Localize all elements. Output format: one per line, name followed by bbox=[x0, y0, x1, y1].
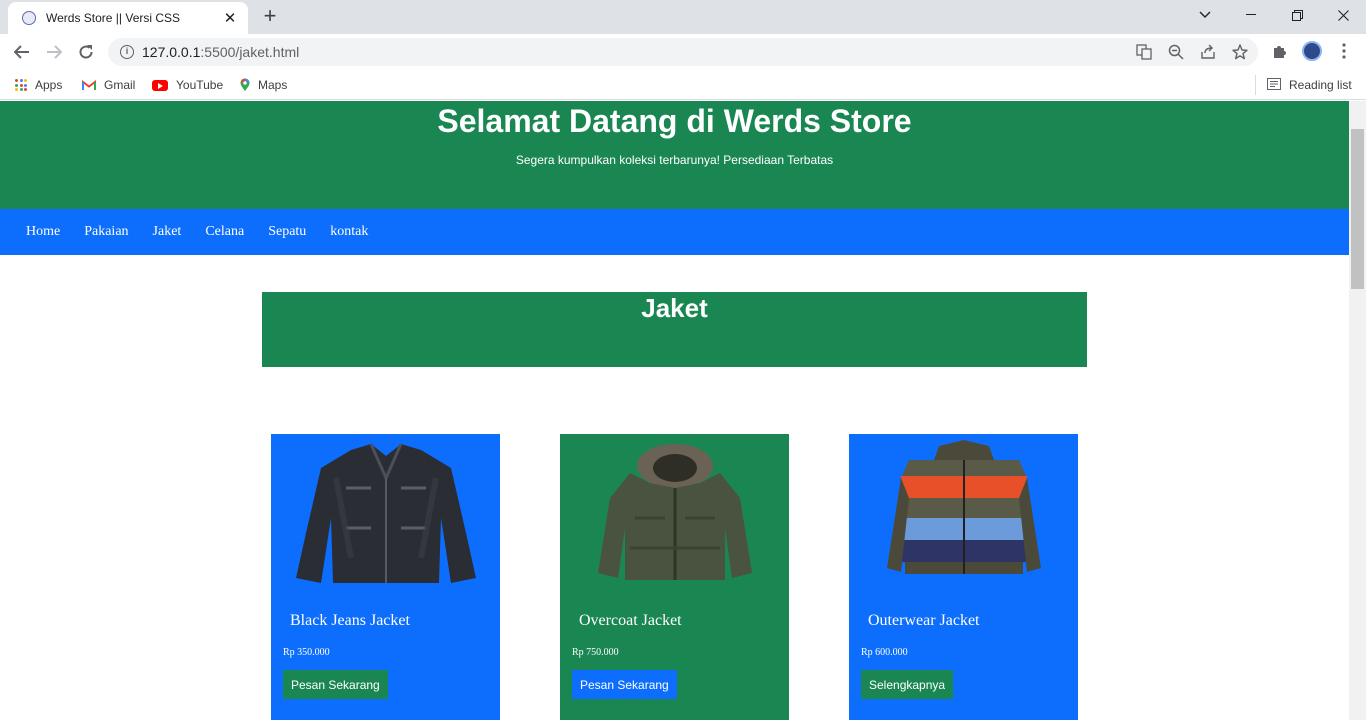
bookmarks-bar: Apps Gmail YouTube Maps Reading list bbox=[0, 70, 1366, 100]
nav-link-sepatu[interactable]: Sepatu bbox=[256, 224, 318, 240]
tab-search-chevron-icon[interactable] bbox=[1182, 0, 1228, 30]
parka-jacket-image bbox=[598, 444, 752, 580]
product-price: Rp 600.000 bbox=[861, 647, 908, 658]
menu-kebab-icon[interactable] bbox=[1335, 43, 1353, 61]
product-card: Outerwear Jacket Rp 600.000 Selengkapnya bbox=[849, 434, 1078, 720]
tab-close-icon[interactable]: ✕ bbox=[222, 9, 238, 27]
nav-link-celana[interactable]: Celana bbox=[193, 224, 256, 240]
tab-strip: Werds Store || Versi CSS ✕ + bbox=[0, 0, 1366, 34]
reload-button[interactable] bbox=[74, 40, 98, 64]
url-text: 127.0.0.1:5500/jaket.html bbox=[142, 44, 299, 60]
nav-link-pakaian[interactable]: Pakaian bbox=[72, 224, 140, 240]
product-name: Outerwear Jacket bbox=[868, 612, 980, 629]
denim-jacket-image bbox=[296, 443, 476, 583]
share-icon[interactable] bbox=[1200, 44, 1216, 60]
bookmark-gmail[interactable]: Gmail bbox=[82, 76, 135, 94]
zoom-icon[interactable] bbox=[1168, 44, 1184, 60]
section-heading: Jaket bbox=[641, 293, 708, 323]
maps-pin-icon bbox=[240, 78, 250, 92]
address-bar[interactable]: i 127.0.0.1:5500/jaket.html bbox=[108, 38, 1258, 66]
apps-grid-icon bbox=[15, 79, 27, 91]
puffer-jacket-image bbox=[887, 440, 1041, 574]
site-tagline: Segera kumpulkan koleksi terbarunya! Per… bbox=[515, 153, 834, 167]
bookmark-star-icon[interactable] bbox=[1232, 44, 1248, 60]
section-banner: Jaket bbox=[262, 292, 1087, 367]
reading-list-button[interactable]: Reading list bbox=[1267, 76, 1352, 94]
nav-link-jaket[interactable]: Jaket bbox=[141, 224, 194, 240]
details-button[interactable]: Selengkapnya bbox=[861, 670, 954, 699]
page-viewport: Selamat Datang di Werds Store Segera kum… bbox=[0, 101, 1349, 720]
product-name: Black Jeans Jacket bbox=[290, 612, 410, 629]
youtube-icon bbox=[152, 79, 168, 91]
url-host: 127.0.0.1 bbox=[142, 44, 201, 60]
product-card: Black Jeans Jacket Rp 350.000 Pesan Seka… bbox=[271, 434, 500, 720]
site-title: Selamat Datang di Werds Store bbox=[437, 103, 912, 139]
site-header: Selamat Datang di Werds Store Segera kum… bbox=[0, 101, 1349, 209]
product-price: Rp 750.000 bbox=[572, 647, 619, 658]
bookmark-label: Gmail bbox=[104, 78, 136, 92]
order-now-button[interactable]: Pesan Sekarang bbox=[283, 670, 388, 699]
forward-button[interactable] bbox=[42, 40, 66, 64]
product-name: Overcoat Jacket bbox=[579, 612, 682, 629]
browser-tab[interactable]: Werds Store || Versi CSS ✕ bbox=[8, 2, 248, 34]
close-window-button[interactable] bbox=[1320, 0, 1366, 30]
bookmark-label: Apps bbox=[35, 78, 63, 92]
nav-link-kontak[interactable]: kontak bbox=[318, 224, 380, 240]
site-info-icon[interactable]: i bbox=[120, 45, 134, 59]
restore-button[interactable] bbox=[1274, 0, 1320, 30]
bookmarks-divider bbox=[1255, 75, 1256, 95]
bookmark-label: YouTube bbox=[176, 78, 224, 92]
order-now-button[interactable]: Pesan Sekarang bbox=[572, 670, 677, 699]
browser-toolbar: i 127.0.0.1:5500/jaket.html bbox=[0, 34, 1366, 70]
bookmark-label: Maps bbox=[258, 78, 288, 92]
product-card: Overcoat Jacket Rp 750.000 Pesan Sekaran… bbox=[560, 434, 789, 720]
bookmark-apps[interactable]: Apps bbox=[15, 76, 62, 94]
scrollbar-thumb[interactable] bbox=[1351, 129, 1364, 289]
product-price: Rp 350.000 bbox=[283, 647, 330, 658]
new-tab-button[interactable]: + bbox=[258, 5, 282, 29]
tab-title: Werds Store || Versi CSS bbox=[46, 11, 181, 25]
profile-avatar[interactable] bbox=[1302, 41, 1322, 61]
nav-link-home[interactable]: Home bbox=[14, 224, 72, 240]
favicon-icon bbox=[22, 11, 36, 25]
url-path: :5500/jaket.html bbox=[200, 44, 300, 60]
bookmark-maps[interactable]: Maps bbox=[240, 76, 287, 94]
main-nav: Home Pakaian Jaket Celana Sepatu kontak bbox=[0, 209, 1349, 255]
minimize-button[interactable] bbox=[1228, 0, 1274, 30]
extensions-puzzle-icon[interactable] bbox=[1271, 43, 1289, 61]
reading-list-icon bbox=[1267, 77, 1281, 93]
reading-list-label: Reading list bbox=[1289, 78, 1352, 92]
back-button[interactable] bbox=[10, 40, 34, 64]
translate-icon[interactable] bbox=[1136, 44, 1152, 60]
bookmark-youtube[interactable]: YouTube bbox=[152, 76, 223, 94]
gmail-icon bbox=[82, 79, 96, 91]
page-scrollbar[interactable] bbox=[1349, 101, 1366, 720]
